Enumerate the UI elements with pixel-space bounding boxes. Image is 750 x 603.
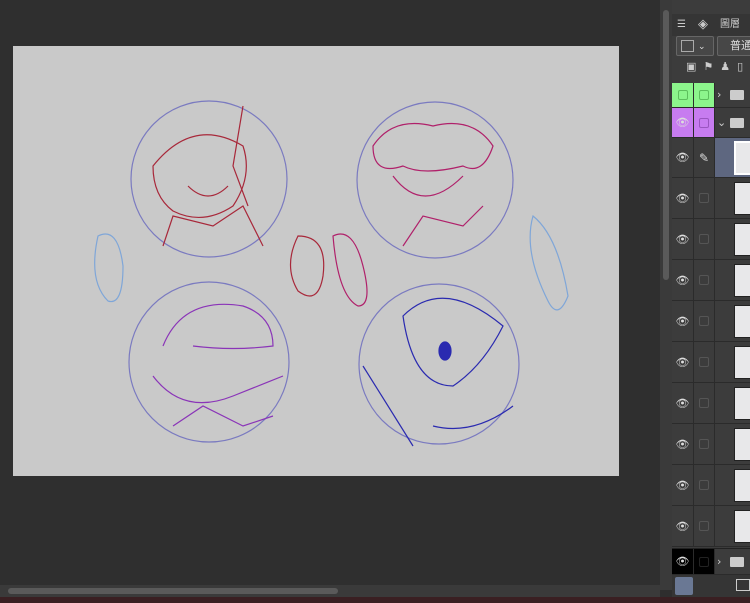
layer-row[interactable]: 👁 (672, 301, 750, 342)
layer-tool-icons[interactable]: ▣⚑♟▯ (686, 60, 750, 73)
layer-row-folder-1[interactable]: › (672, 83, 750, 108)
layer-thumbnail (734, 428, 750, 461)
eye-icon[interactable]: 👁 (672, 383, 694, 423)
folder-icon (730, 90, 744, 100)
drawing-canvas[interactable] (13, 46, 619, 476)
chevron-down-icon[interactable]: ⌄ (717, 116, 726, 129)
chevron-right-icon[interactable]: › (717, 88, 721, 101)
layer-row[interactable]: 👁 (672, 342, 750, 383)
chibi-sketch-purple (152, 303, 284, 427)
folder-icon (730, 557, 744, 567)
layer-panel-bottom-bar (672, 575, 750, 597)
sketch-artwork (94, 100, 569, 447)
circle-guide-4 (358, 283, 520, 445)
eye-icon[interactable]: 👁 (672, 342, 694, 382)
lock-toggle[interactable] (694, 108, 715, 137)
layers-tab[interactable]: 圖層 (720, 14, 740, 36)
visibility-toggle[interactable] (672, 83, 694, 107)
layer-thumbnail (734, 469, 750, 502)
blend-mode-dropdown[interactable]: 普通 (717, 36, 750, 56)
eye-icon[interactable]: 👁 (672, 465, 694, 505)
meat-sketch (289, 235, 325, 297)
panel-menu-icon[interactable]: ☰ (677, 14, 686, 36)
layer-thumbnail (734, 182, 750, 215)
layer-row-folder-2[interactable]: 👁 ⌄ (672, 108, 750, 138)
eye-icon[interactable]: 👁 (672, 424, 694, 464)
layer-thumbnail (734, 141, 750, 175)
eye-icon[interactable]: 👁 (672, 108, 694, 137)
pen-icon: ✎ (694, 138, 715, 177)
canvas-viewport[interactable] (0, 0, 660, 590)
layer-row[interactable]: 👁 (672, 178, 750, 219)
layer-panel-tabbar: ☰ ◈ 圖層 (672, 14, 750, 36)
chibi-sketch-red (152, 105, 264, 247)
layer-row[interactable]: 👁 (672, 465, 750, 506)
lock-toggle[interactable] (694, 383, 715, 423)
layer-thumbnail (734, 264, 750, 297)
eye-icon[interactable]: 👁 (672, 178, 694, 218)
status-strip (0, 597, 750, 603)
layer-thumbnail (734, 346, 750, 379)
layer-row[interactable]: 👁 (672, 383, 750, 424)
lock-toggle[interactable] (694, 219, 715, 259)
layer-row-folder-3[interactable]: 👁 › (672, 548, 750, 575)
layer-color-dropdown[interactable]: ⌄ (676, 36, 714, 56)
layer-row[interactable]: 👁 (672, 219, 750, 260)
layer-row-selected[interactable]: 👁 ✎ (672, 138, 750, 178)
layer-list-view-icon[interactable] (675, 577, 693, 595)
layer-row[interactable]: 👁 (672, 424, 750, 465)
eye-icon[interactable]: 👁 (672, 549, 694, 574)
lock-toggle[interactable] (694, 260, 715, 300)
layer-thumbnail (734, 387, 750, 420)
layer-row[interactable]: 👁 (672, 260, 750, 301)
lock-toggle[interactable] (694, 178, 715, 218)
lock-toggle[interactable] (694, 506, 715, 546)
layer-thumbnail (734, 510, 750, 543)
vertical-scroll-thumb[interactable] (663, 10, 669, 280)
eye-icon[interactable]: 👁 (672, 260, 694, 300)
eye-icon[interactable]: 👁 (672, 138, 694, 177)
chibi-sketch-magenta (372, 122, 494, 247)
lock-toggle[interactable] (694, 342, 715, 382)
chevron-right-icon[interactable]: › (717, 555, 721, 568)
layer-thumbnail (734, 305, 750, 338)
layers-icon[interactable]: ◈ (698, 14, 708, 36)
eye-icon[interactable]: 👁 (672, 301, 694, 341)
layer-thumbnail (734, 223, 750, 256)
layer-panel: ☰ ◈ 圖層 ⌄ 普通 ▣⚑♟▯ › 👁 ⌄ 👁 ✎ 👁 👁 👁 👁 👁 👁 👁 👁 👁 👁 › (672, 0, 750, 597)
lock-toggle[interactable] (694, 83, 715, 107)
bread-sketch (332, 233, 368, 307)
eye-icon[interactable]: 👁 (672, 219, 694, 259)
horizontal-scroll-thumb[interactable] (8, 588, 338, 594)
lock-toggle[interactable] (694, 465, 715, 505)
lock-toggle[interactable] (694, 549, 715, 574)
side-sketches-blue (94, 214, 569, 311)
horizontal-scrollbar[interactable] (0, 585, 660, 597)
new-layer-icon[interactable] (736, 579, 750, 591)
layer-row[interactable]: 👁 (672, 506, 750, 547)
vertical-scrollbar[interactable] (660, 0, 672, 590)
lock-toggle[interactable] (694, 301, 715, 341)
lock-toggle[interactable] (694, 424, 715, 464)
eye-icon[interactable]: 👁 (672, 506, 694, 546)
folder-open-icon (730, 118, 744, 128)
